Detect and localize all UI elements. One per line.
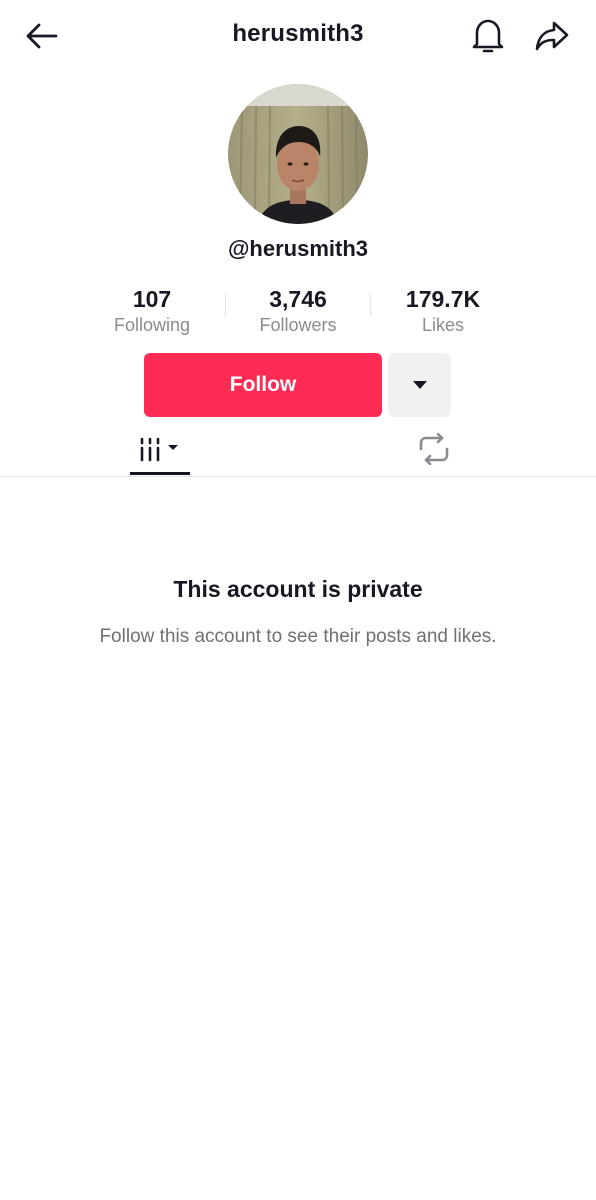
stat-following[interactable]: 107 Following	[77, 284, 227, 336]
bell-icon	[472, 19, 504, 53]
following-count: 107	[132, 286, 172, 312]
following-label: Following	[113, 315, 191, 335]
tab-videos[interactable]	[130, 424, 190, 474]
stat-followers[interactable]: 3,746 Followers	[223, 284, 373, 336]
caret-down-icon	[412, 381, 427, 389]
follow-button[interactable]: Follow	[144, 353, 382, 417]
repost-icon	[419, 433, 449, 465]
content-tabs	[0, 424, 596, 477]
share-icon	[535, 21, 569, 51]
likes-count: 179.7K	[405, 286, 481, 312]
stat-likes[interactable]: 179.7K Likes	[368, 284, 518, 336]
followers-label: Followers	[259, 315, 337, 335]
notifications-button[interactable]	[466, 14, 510, 58]
private-account-subtitle: Follow this account to see their posts a…	[99, 626, 497, 647]
active-tab-indicator	[130, 472, 190, 475]
likes-label: Likes	[421, 315, 465, 335]
top-bar: herusmith3	[0, 0, 596, 72]
avatar[interactable]	[228, 84, 368, 224]
followers-count: 3,746	[269, 286, 327, 312]
grid-lines-icon	[140, 437, 178, 462]
profile-handle: @herusmith3	[227, 236, 369, 261]
profile-photo	[228, 84, 368, 224]
profile-stats: 107 Following 3,746 Followers 179.7K Lik…	[0, 284, 596, 340]
tab-reposts[interactable]	[404, 424, 464, 474]
private-account-title: This account is private	[173, 576, 423, 602]
share-button[interactable]	[530, 14, 574, 58]
more-options-button[interactable]	[388, 353, 451, 417]
